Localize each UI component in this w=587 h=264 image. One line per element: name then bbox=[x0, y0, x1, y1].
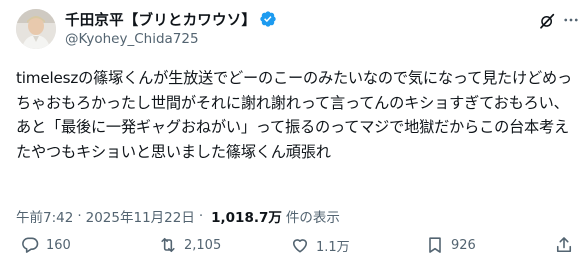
reply-button[interactable]: 160 bbox=[20, 230, 71, 260]
author-name[interactable]: 千田京平【ブリとカワウソ】 bbox=[65, 9, 256, 30]
like-button[interactable]: 1.1万 bbox=[290, 230, 350, 260]
views-label: 件の表示 bbox=[285, 210, 340, 226]
share-button[interactable] bbox=[554, 230, 574, 260]
reply-icon bbox=[22, 237, 39, 253]
post-text: timeleszの篠塚くんが生放送でどーのこーのみたいなので気になって見たけどめ… bbox=[16, 69, 572, 161]
post-date[interactable]: 2025年11月22日 bbox=[86, 206, 195, 226]
post-meta: 午前7:42 · 2025年11月22日 · 1,018.7万 件の表示 bbox=[16, 206, 340, 226]
retweet-button[interactable]: 2,105 bbox=[158, 230, 221, 260]
bookmark-count: 926 bbox=[451, 237, 476, 253]
verified-badge-icon[interactable] bbox=[259, 10, 277, 28]
avatar[interactable] bbox=[16, 9, 56, 49]
share-icon bbox=[556, 237, 572, 253]
action-bar: 160 2,105 1.1万 926 bbox=[0, 230, 587, 264]
author-handle[interactable]: @Kyohey_Chida725 bbox=[65, 31, 199, 47]
retweet-icon bbox=[161, 237, 175, 253]
like-count: 1.1万 bbox=[316, 239, 350, 255]
grok-icon[interactable] bbox=[538, 12, 556, 30]
meta-separator: · bbox=[198, 208, 204, 224]
post-time[interactable]: 午前7:42 bbox=[16, 206, 73, 226]
bookmark-icon bbox=[429, 237, 441, 253]
more-icon[interactable] bbox=[562, 11, 580, 29]
reply-count: 160 bbox=[46, 237, 71, 253]
avatar-image bbox=[16, 9, 56, 49]
author-row: 千田京平【ブリとカワウソ】 bbox=[65, 9, 277, 29]
views-count[interactable]: 1,018.7万 bbox=[211, 206, 282, 226]
bookmark-button[interactable]: 926 bbox=[425, 230, 476, 260]
retweet-count: 2,105 bbox=[184, 237, 222, 253]
post: 千田京平【ブリとカワウソ】 @Kyohey_Chida725 timeleszの… bbox=[0, 0, 587, 264]
meta-separator: · bbox=[77, 208, 82, 224]
heart-icon bbox=[292, 239, 308, 253]
